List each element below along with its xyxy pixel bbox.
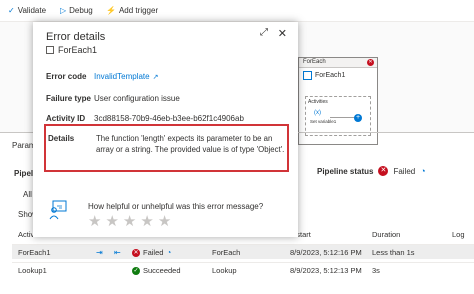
column-log[interactable]: Log (452, 230, 465, 239)
details-highlight: Details The function 'length' expects it… (44, 124, 289, 172)
table-row[interactable]: Lookup1 ✓ Succeeded Lookup 8/9/2023, 5:1… (12, 262, 474, 277)
feedback-icon (49, 200, 67, 220)
toolbar: ✓ Validate ▷ Debug ⚡ Add trigger (0, 0, 474, 22)
filter-all[interactable]: All (23, 190, 32, 199)
activity-id-value: 3cd88158-70b9-46eb-b3ee-b62f1c4906ab (94, 114, 244, 123)
star-icon[interactable]: ★ (140, 212, 153, 230)
star-icon[interactable]: ★ (105, 212, 118, 230)
column-duration[interactable]: Duration (372, 230, 400, 239)
star-icon[interactable]: ★ (123, 212, 136, 230)
validate-button[interactable]: ✓ Validate (8, 6, 46, 15)
row-duration: 3s (372, 266, 380, 275)
rating-stars[interactable]: ★ ★ ★ ★ ★ (88, 212, 171, 230)
close-icon[interactable]: ✕ (278, 27, 287, 40)
expand-icon[interactable]: ⤢ (260, 27, 268, 38)
pipeline-status: Pipeline status ✕ Failed ◔ (317, 166, 426, 176)
error-icon: ✕ (367, 59, 374, 66)
row-activity-name: ForEach1 (18, 248, 51, 257)
check-icon: ✓ (8, 6, 15, 15)
details-label: Details (48, 134, 75, 143)
debug-button[interactable]: ▷ Debug (60, 6, 93, 15)
input-icon[interactable]: ⇥ (96, 248, 103, 257)
star-icon[interactable]: ★ (88, 212, 101, 230)
dialog-title: Error details (46, 31, 106, 43)
foreach-card-header: ForEach ✕ (299, 58, 377, 68)
failure-type-value: User configuration issue (94, 94, 180, 103)
row-run-start: 8/9/2023, 5:12:16 PM (290, 248, 362, 257)
trigger-icon: ⚡ (106, 6, 116, 15)
row-activity-name: Lookup1 (18, 266, 47, 275)
error-details-dialog: Error details ForEach1 ⤢ ✕ Error code In… (33, 22, 298, 237)
error-code-label: Error code (46, 72, 87, 81)
error-code-link[interactable]: InvalidTemplate ↗ (94, 72, 158, 81)
failed-icon: ✕ (132, 248, 140, 257)
star-icon[interactable]: ★ (158, 212, 171, 230)
inner-activity-label: Set variable1 (310, 119, 337, 124)
failed-icon: ✕ (378, 166, 389, 176)
activity-id-label: Activity ID (46, 114, 86, 123)
row-activity-type: Lookup (212, 266, 237, 275)
lightbulb-icon[interactable]: ◔ (420, 166, 425, 176)
success-icon: ✓ (132, 266, 140, 275)
pipeline-status-value: Failed (393, 166, 416, 176)
table-row[interactable]: ForEach1 ⇥ ⇤ ✕ Failed ◔ ForEach 8/9/2023… (12, 244, 474, 259)
activities-label: Activities (308, 99, 328, 105)
foreach-card-title: ForEach1 (299, 68, 377, 83)
external-link-icon: ↗ (152, 73, 159, 81)
output-icon[interactable]: ⇤ (114, 248, 121, 257)
pipeline-status-label: Pipeline status (317, 166, 374, 176)
foreach-icon (46, 46, 54, 54)
dialog-subtitle: ForEach1 (46, 45, 97, 55)
failure-type-label: Failure type (46, 94, 91, 103)
status-badge: ✕ Failed ◔ (132, 248, 172, 257)
row-run-start: 8/9/2023, 5:12:13 PM (290, 266, 362, 275)
row-duration: Less than 1s (372, 248, 415, 257)
add-trigger-button[interactable]: ⚡ Add trigger (106, 6, 158, 15)
row-activity-type: ForEach (212, 248, 241, 257)
activities-container[interactable]: Activities (x) Set variable1 + (305, 96, 371, 136)
status-badge: ✓ Succeeded (132, 266, 181, 275)
variable-icon: (x) (314, 110, 321, 116)
feedback-question: How helpful or unhelpful was this error … (88, 202, 264, 211)
add-activity-icon[interactable]: + (354, 114, 362, 122)
lightbulb-icon[interactable]: ◔ (166, 248, 171, 257)
foreach-icon (303, 71, 312, 80)
details-value: The function 'length' expects its parame… (96, 134, 285, 154)
play-icon: ▷ (60, 6, 67, 15)
